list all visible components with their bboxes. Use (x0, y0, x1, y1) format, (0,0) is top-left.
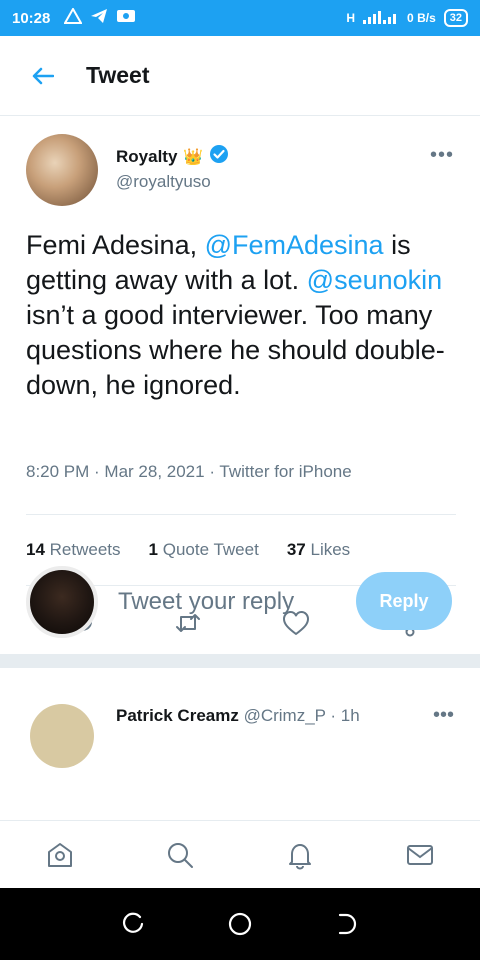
main-tweet: Royalty 👑 @royaltyuso ••• Femi Adesina, … (0, 116, 480, 660)
mention-seunokin[interactable]: @seunokin (307, 265, 443, 295)
reply-input[interactable] (118, 582, 338, 622)
tweet-meta: 8:20 PM · Mar 28, 2021 · Twitter for iPh… (26, 462, 352, 481)
home-button-icon[interactable] (227, 911, 253, 937)
reply-button[interactable]: Reply (356, 572, 452, 630)
battery-indicator: 32 (443, 9, 468, 27)
arrow-left-icon (32, 67, 54, 84)
reply-author-avatar[interactable] (30, 704, 94, 768)
back-button[interactable] (0, 67, 86, 85)
tweet-source[interactable]: Twitter for iPhone (219, 462, 351, 481)
messages-icon[interactable] (405, 840, 435, 870)
status-time: 10:28 (12, 9, 51, 27)
page-title: Tweet (86, 62, 150, 88)
mention-femadesina[interactable]: @FemAdesina (205, 230, 384, 260)
tweet-text: Femi Adesina, @FemAdesina is getting awa… (26, 230, 445, 400)
warning-icon (63, 6, 84, 28)
recent-apps-icon[interactable] (120, 911, 146, 937)
verified-icon (209, 144, 229, 169)
back-nav-icon[interactable] (334, 911, 360, 937)
home-icon[interactable] (45, 840, 75, 870)
telegram-icon (90, 8, 108, 28)
search-icon[interactable] (165, 840, 195, 870)
reply-author-name[interactable]: Patrick Creamz (116, 706, 239, 725)
signal-icon (363, 10, 399, 27)
reply-author-handle: @Crimz_P · 1h (243, 706, 360, 725)
tweet-date: Mar 28, 2021 (104, 462, 205, 481)
reply-tweet[interactable]: Patrick Creamz @Crimz_P · 1h ••• (0, 690, 480, 820)
reply-more-icon[interactable]: ••• (433, 704, 454, 727)
system-navigation (0, 888, 480, 960)
author-handle[interactable]: @royaltyuso (116, 172, 211, 192)
more-options-icon[interactable]: ••• (430, 144, 454, 167)
section-divider (0, 654, 480, 668)
user-avatar[interactable] (26, 566, 98, 638)
bottom-navigation (0, 820, 480, 888)
notifications-icon[interactable] (285, 840, 315, 870)
author-name[interactable]: Royalty (116, 147, 177, 167)
network-type-label: H (346, 11, 356, 25)
reply-composer: Reply (0, 544, 480, 654)
tweet-time: 8:20 PM (26, 462, 90, 481)
network-speed: 0 B/s (407, 11, 436, 25)
top-header: Tweet (0, 36, 480, 116)
message-icon (116, 8, 136, 28)
status-bar: 10:28 H 0 B/s 32 (0, 0, 480, 36)
author-avatar[interactable] (26, 134, 98, 206)
crown-icon: 👑 (183, 148, 204, 166)
